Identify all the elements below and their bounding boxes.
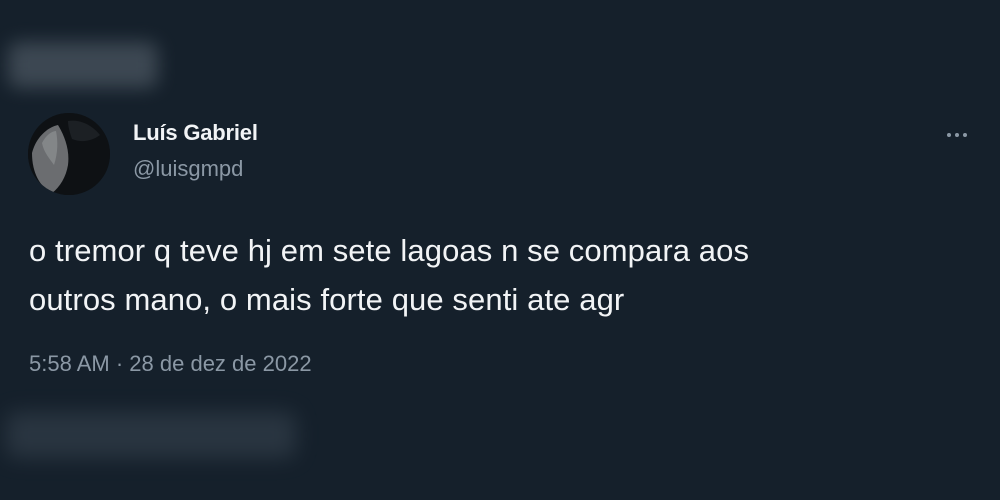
tweet-screenshot: Luís Gabriel @luisgmpd o tremor q teve h…: [0, 0, 1000, 500]
tweet-text: o tremor q teve hj em sete lagoas n se c…: [29, 226, 979, 324]
tweet-timestamp[interactable]: 5:58 AM · 28 de dez de 2022: [29, 349, 312, 379]
meta-separator: ·: [115, 351, 124, 376]
more-horizontal-icon: [955, 133, 959, 137]
more-options-button[interactable]: [936, 120, 978, 150]
avatar[interactable]: [28, 113, 110, 195]
avatar-image: [28, 113, 110, 195]
tweet-time: 5:58 AM: [29, 351, 110, 376]
blurred-header-text: [8, 42, 158, 88]
more-horizontal-icon: [963, 133, 967, 137]
author-block[interactable]: Luís Gabriel @luisgmpd: [133, 118, 258, 184]
tweet-text-line: o tremor q teve hj em sete lagoas n se c…: [29, 233, 750, 268]
author-handle[interactable]: @luisgmpd: [133, 154, 258, 184]
more-horizontal-icon: [947, 133, 951, 137]
blurred-footer-text: [6, 412, 296, 458]
author-display-name[interactable]: Luís Gabriel: [133, 118, 258, 148]
tweet-date: 28 de dez de 2022: [129, 351, 312, 376]
tweet-text-line: outros mano, o mais forte que senti ate …: [29, 282, 625, 317]
